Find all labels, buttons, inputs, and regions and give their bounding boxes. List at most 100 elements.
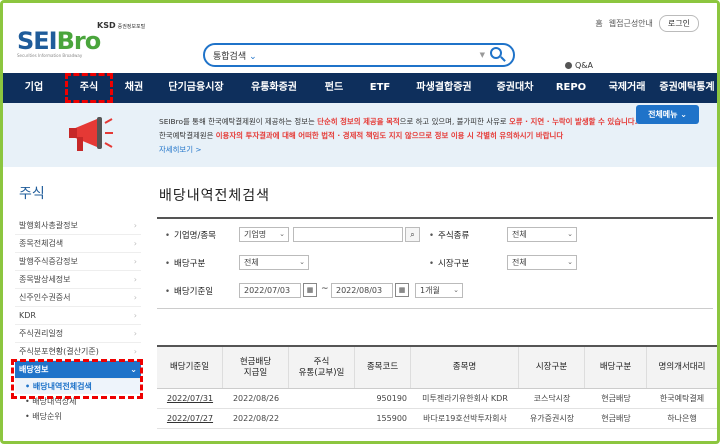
cell-div-type: 현금배당 (601, 394, 631, 403)
date-tilde: ~ (321, 284, 329, 294)
nav-item-bond[interactable]: 채권 (113, 73, 155, 103)
dividend-type-value: 전체 (244, 258, 259, 267)
sidebar-item-label: 발행주식증감정보 (19, 257, 78, 266)
logo-text-b: Bro (56, 27, 102, 55)
notice-more-link[interactable]: 자세히보기 > (159, 144, 202, 155)
market-label: 시장구분 (429, 257, 469, 269)
search-bar[interactable]: 통합검색 ⌄ ▼ (203, 43, 515, 67)
nav-item-stock[interactable]: 주식 (65, 73, 113, 103)
period-select[interactable]: 1개월 ⌄ (415, 283, 463, 298)
date-from-input[interactable]: 2022/07/03 (239, 283, 301, 298)
sidebar-sub-item[interactable]: • 배당순위 (15, 409, 141, 424)
sidebar-item[interactable]: 종목발상세정보 › (15, 271, 141, 289)
chevron-down-icon: ⌄ (567, 258, 573, 266)
main-nav: 기업 주식 채권 단기금융시장 유통화증권 펀드 ETF 파생결합증권 증권대차… (3, 73, 717, 103)
nav-item-lending[interactable]: 증권대차 (485, 73, 545, 103)
qa-link[interactable]: Q&A (565, 61, 593, 70)
cell-agent: 한국예탁결제 (659, 394, 705, 403)
dividend-type-select[interactable]: 전체 ⌄ (239, 255, 309, 270)
nav-item-money-market[interactable]: 단기금융시장 (155, 73, 237, 103)
chevron-right-icon: › (133, 329, 137, 338)
cell-issue-date (289, 389, 355, 408)
notice-line-2: 한국예탁결제원은 이용자의 투자결과에 대해 어떠한 법적 · 경제적 책임도 … (159, 129, 637, 143)
dividend-table: 배당기준일 현금배당 지급일 주식 유통(교부)일 종목코드 종목명 시장구분 … (157, 345, 717, 429)
sidebar-item[interactable]: 종목전체검색 › (15, 235, 141, 253)
cell-div-type: 현금배당 (601, 414, 631, 423)
chevron-down-icon: ⌄ (279, 230, 285, 238)
sidebar-item-label: 종목전체검색 (19, 239, 64, 248)
market-select[interactable]: 전체 ⌄ (507, 255, 577, 270)
sidebar-item[interactable]: 주식권리일정 › (15, 325, 141, 343)
caret-down-icon[interactable]: ▼ (480, 51, 485, 59)
notice-line1-b: 단순히 정보의 제공을 목적 (317, 117, 400, 126)
stock-type-value: 전체 (512, 230, 527, 239)
nav-item-etf[interactable]: ETF (357, 73, 403, 103)
search-icon[interactable] (490, 47, 506, 63)
chevron-right-icon: › (133, 275, 137, 284)
notice-line2-a: 한국예탁결제원은 (159, 131, 216, 140)
stock-type-select[interactable]: 전체 ⌄ (507, 227, 577, 242)
nav-item-derivative[interactable]: 파생결합증권 (403, 73, 485, 103)
home-link[interactable]: 홈 (595, 18, 602, 29)
column-header: 종목코드 (355, 347, 411, 388)
sidebar-item[interactable]: 발행주식증감정보 › (15, 253, 141, 271)
nav-item-intl[interactable]: 국제거래 (597, 73, 657, 103)
all-menu-button[interactable]: 전체메뉴 ⌄ (636, 105, 699, 124)
cell-code: 950190 (376, 394, 407, 403)
chevron-down-icon: ⌄ (453, 286, 459, 294)
qa-label: Q&A (575, 61, 594, 70)
page-frame: KSD 증권정보포털 SEIBro Securities Information … (0, 0, 720, 444)
search-scope-label: 통합검색 (213, 51, 247, 62)
search-scope-select[interactable]: 통합검색 ⌄ (213, 49, 257, 62)
company-input[interactable] (293, 227, 403, 242)
ksd-logo: KSD 증권정보포털 (97, 21, 145, 30)
seibro-logo[interactable]: KSD 증권정보포털 SEIBro Securities Information … (17, 21, 145, 58)
period-value: 1개월 (420, 286, 440, 295)
chevron-down-icon: ⌄ (249, 51, 257, 62)
calendar-icon[interactable]: ▦ (395, 283, 409, 297)
chevron-down-icon: ⌄ (299, 258, 305, 266)
market-value: 전체 (512, 258, 527, 267)
nav-item-company[interactable]: 기업 (3, 73, 65, 103)
cell-name: 바다로19호선박투자회사 (423, 414, 507, 423)
column-header: 종목명 (411, 347, 519, 388)
table-header: 배당기준일 현금배당 지급일 주식 유통(교부)일 종목코드 종목명 시장구분 … (157, 345, 717, 389)
calendar-icon[interactable]: ▦ (303, 283, 317, 297)
qa-icon (565, 62, 572, 69)
sidebar-item-label: 발행회사총괄정보 (19, 221, 78, 230)
nav-item-stats[interactable]: 증권예탁통계 (657, 73, 717, 103)
company-select[interactable]: 기업명 ⌄ (239, 227, 289, 242)
sidebar: 주식 발행회사총괄정보 › 종목전체검색 › 발행주식증감정보 › 종목발상세정보 › … (3, 167, 151, 441)
column-header: 명의개서대리 (658, 362, 706, 372)
notice-text: SEIBro를 통해 한국예탁결제원이 제공하는 정보는 단순히 정보의 제공을… (159, 115, 637, 143)
cell-agent: 하나은행 (667, 414, 697, 423)
sidebar-item[interactable]: KDR › (15, 307, 141, 325)
sidebar-item-label: 주식권리일정 (19, 329, 64, 338)
chevron-right-icon: › (133, 221, 137, 230)
main-content: 배당내역전체검색 기업명/종목 기업명 ⌄ ⌕ 주식종류 전체 ⌄ 배당구분 전체 ⌄… (153, 167, 717, 441)
search-icon[interactable]: ⌕ (405, 227, 420, 242)
top-links: 홈 웹접근성안내 로그인 (595, 15, 699, 32)
sidebar-item-label: 주식분포현황(결산기준) (19, 347, 99, 356)
date-to-input[interactable]: 2022/08/03 (331, 283, 393, 298)
nav-item-repo[interactable]: REPO (545, 73, 597, 103)
notice-line2-b: 이용자의 투자결과에 대해 어떠한 법적 · 경제적 책임도 지지 않으므로 정… (215, 131, 564, 140)
table-row[interactable]: 2022/07/31 2022/08/26 950190 미투젠라기유한회사 K… (157, 389, 717, 409)
nav-item-fund[interactable]: 펀드 (311, 73, 357, 103)
column-header: 배당기준일 (157, 347, 223, 388)
nav-item-securitized[interactable]: 유통화증권 (237, 73, 311, 103)
sidebar-item[interactable]: 발행회사총괄정보 › (15, 217, 141, 235)
notice-banner: SEIBro를 통해 한국예탁결제원이 제공하는 정보는 단순히 정보의 제공을… (3, 103, 717, 167)
login-button[interactable]: 로그인 (658, 15, 699, 32)
ksd-label: KSD (97, 21, 116, 30)
cell-record-date[interactable]: 2022/07/27 (157, 409, 223, 428)
accessibility-link[interactable]: 웹접근성안내 (609, 18, 653, 29)
cell-record-date[interactable]: 2022/07/31 (157, 389, 223, 408)
date-label: 배당기준일 (165, 285, 213, 297)
megaphone-icon (69, 117, 113, 151)
sidebar-item-label: 종목발상세정보 (19, 275, 71, 284)
sidebar-sub-label: 배당순위 (32, 412, 62, 421)
sidebar-title: 주식 (19, 186, 45, 202)
sidebar-item[interactable]: 신주인수권증서 › (15, 289, 141, 307)
table-row[interactable]: 2022/07/27 2022/08/22 155900 바다로19호선박투자회… (157, 409, 717, 429)
